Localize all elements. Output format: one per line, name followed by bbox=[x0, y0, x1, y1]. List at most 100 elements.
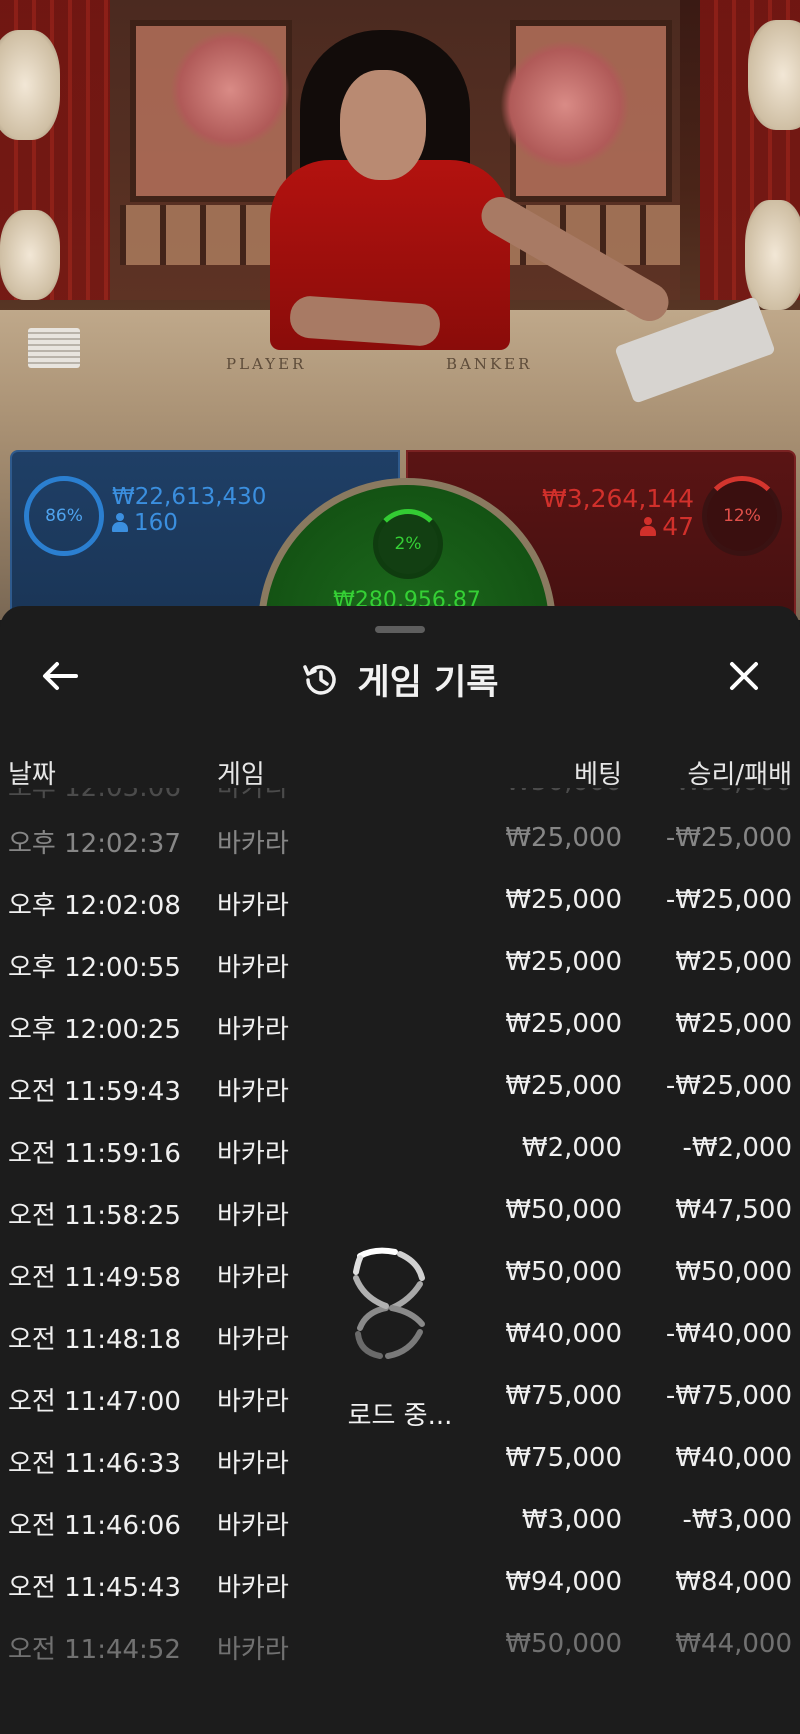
row-result: ₩40,000 bbox=[675, 1443, 792, 1473]
row-game: 바카라 bbox=[217, 953, 289, 983]
row-game: 바카라 bbox=[217, 891, 289, 921]
row-date: 오전 11:45:43 bbox=[8, 1573, 181, 1603]
row-bet: ₩25,000 bbox=[505, 1009, 622, 1039]
row-result: ₩50,000 bbox=[675, 788, 792, 797]
tie-percent: 2% bbox=[394, 534, 422, 554]
row-result: -₩3,000 bbox=[682, 1505, 792, 1535]
card-stack bbox=[28, 328, 80, 368]
row-result: -₩75,000 bbox=[665, 1381, 792, 1411]
row-bet: ₩50,000 bbox=[505, 1195, 622, 1225]
history-icon bbox=[302, 664, 336, 695]
player-percent: 86% bbox=[45, 506, 83, 526]
close-icon bbox=[730, 662, 758, 690]
row-date: 오후 12:02:37 bbox=[8, 829, 181, 859]
game-history-sheet: 게임 기록 날짜 게임 베팅 승리/패배 오후 12:03:06 바카라 ₩50… bbox=[0, 606, 800, 1734]
column-header-bet: 베팅 bbox=[574, 760, 622, 790]
row-date: 오전 11:48:18 bbox=[8, 1325, 181, 1355]
row-result: -₩40,000 bbox=[665, 1319, 792, 1349]
row-bet: ₩25,000 bbox=[505, 947, 622, 977]
row-bet: ₩25,000 bbox=[505, 823, 622, 853]
row-game: 바카라 bbox=[217, 1077, 289, 1107]
table-row[interactable]: 오전 11:46:06 바카라 ₩3,000 -₩3,000 bbox=[0, 1491, 800, 1553]
row-game: 바카라 bbox=[217, 1449, 289, 1479]
row-result: -₩25,000 bbox=[665, 1071, 792, 1101]
row-result: ₩84,000 bbox=[675, 1567, 792, 1597]
column-header-game: 게임 bbox=[217, 760, 265, 790]
row-date: 오전 11:47:00 bbox=[8, 1387, 181, 1417]
row-bet: ₩2,000 bbox=[521, 1133, 622, 1163]
loading-spinner-icon bbox=[353, 1247, 425, 1359]
table-row[interactable]: 오전 11:59:43 바카라 ₩25,000 -₩25,000 bbox=[0, 1057, 800, 1119]
row-bet: ₩3,000 bbox=[521, 1505, 622, 1535]
blossom-decoration bbox=[500, 40, 630, 170]
player-count-value: 160 bbox=[134, 510, 178, 536]
banker-count-value: 47 bbox=[662, 512, 694, 541]
row-game: 바카라 bbox=[217, 1263, 289, 1293]
column-header-result: 승리/패배 bbox=[687, 760, 792, 790]
row-result: ₩50,000 bbox=[675, 1257, 792, 1287]
banker-bettor-count: 47 bbox=[640, 512, 694, 541]
row-date: 오전 11:58:25 bbox=[8, 1201, 181, 1231]
row-bet: ₩25,000 bbox=[505, 885, 622, 915]
lantern-left-low bbox=[0, 210, 60, 300]
row-date: 오전 11:59:43 bbox=[8, 1077, 181, 1107]
table-row[interactable]: 오전 11:59:16 바카라 ₩2,000 -₩2,000 bbox=[0, 1119, 800, 1181]
row-date: 오전 11:46:06 bbox=[8, 1511, 181, 1541]
table-row[interactable]: 오전 11:44:52 바카라 ₩50,000 ₩44,000 bbox=[0, 1615, 800, 1677]
row-game: 바카라 bbox=[217, 1015, 289, 1045]
table-row[interactable]: 오후 12:00:25 바카라 ₩25,000 ₩25,000 bbox=[0, 995, 800, 1057]
person-icon bbox=[112, 513, 128, 533]
row-game: 바카라 bbox=[217, 1635, 289, 1665]
person-icon bbox=[640, 516, 657, 537]
banker-percent: 12% bbox=[723, 506, 761, 526]
row-game: 바카라 bbox=[217, 1201, 289, 1231]
tie-percent-ring: 2% bbox=[373, 509, 443, 579]
blossom-decoration bbox=[170, 30, 290, 150]
row-result: ₩25,000 bbox=[675, 947, 792, 977]
lantern-right bbox=[748, 20, 800, 130]
column-header-date: 날짜 bbox=[8, 760, 56, 790]
row-game: 바카라 bbox=[217, 1387, 289, 1417]
table-row[interactable]: 오후 12:02:08 바카라 ₩25,000 -₩25,000 bbox=[0, 871, 800, 933]
row-game: 바카라 bbox=[217, 1139, 289, 1169]
sheet-header: 게임 기록 bbox=[0, 654, 800, 705]
row-bet: ₩75,000 bbox=[505, 1381, 622, 1411]
row-date: 오후 12:02:08 bbox=[8, 891, 181, 921]
player-total-amount: ₩22,613,430 bbox=[112, 484, 267, 510]
table-row[interactable]: 오전 11:45:43 바카라 ₩94,000 ₩84,000 bbox=[0, 1553, 800, 1615]
row-game: 바카라 bbox=[217, 788, 289, 803]
row-date: 오전 11:49:58 bbox=[8, 1263, 181, 1293]
row-date: 오후 12:03:06 bbox=[8, 788, 181, 803]
page-title: 게임 기록 bbox=[357, 663, 499, 703]
row-bet: ₩50,000 bbox=[505, 1629, 622, 1659]
table-label-player: PLAYER bbox=[226, 355, 307, 373]
loading-indicator: 로드 중... bbox=[300, 1228, 500, 1468]
row-bet: ₩25,000 bbox=[505, 1071, 622, 1101]
row-result: ₩25,000 bbox=[675, 1009, 792, 1039]
row-result: -₩25,000 bbox=[665, 885, 792, 915]
row-bet: ₩75,000 bbox=[505, 1443, 622, 1473]
banker-percent-ring: 12% bbox=[702, 476, 782, 556]
row-bet: ₩40,000 bbox=[505, 1319, 622, 1349]
table-label-banker: BANKER bbox=[446, 355, 533, 373]
row-result: -₩2,000 bbox=[682, 1133, 792, 1163]
table-row[interactable]: 오후 12:02:37 바카라 ₩25,000 -₩25,000 bbox=[0, 809, 800, 871]
row-date: 오전 11:46:33 bbox=[8, 1449, 181, 1479]
sheet-drag-handle[interactable] bbox=[375, 626, 425, 633]
row-date: 오전 11:44:52 bbox=[8, 1635, 181, 1665]
banker-total-amount: ₩3,264,144 bbox=[542, 484, 694, 513]
row-result: ₩44,000 bbox=[675, 1629, 792, 1659]
row-date: 오전 11:59:16 bbox=[8, 1139, 181, 1169]
row-result: -₩25,000 bbox=[665, 823, 792, 853]
table-row[interactable]: 오후 12:00:55 바카라 ₩25,000 ₩25,000 bbox=[0, 933, 800, 995]
close-button[interactable] bbox=[718, 650, 770, 702]
player-percent-ring: 86% bbox=[24, 476, 104, 556]
row-result: ₩47,500 bbox=[675, 1195, 792, 1225]
dealer-face bbox=[340, 70, 426, 180]
row-date: 오후 12:00:25 bbox=[8, 1015, 181, 1045]
lantern-left bbox=[0, 30, 60, 140]
row-bet: ₩50,000 bbox=[505, 788, 622, 797]
history-list[interactable]: 오후 12:03:06 바카라 ₩50,000 ₩50,000 오후 12:02… bbox=[0, 788, 800, 1734]
row-bet: ₩50,000 bbox=[505, 1257, 622, 1287]
row-game: 바카라 bbox=[217, 829, 289, 859]
